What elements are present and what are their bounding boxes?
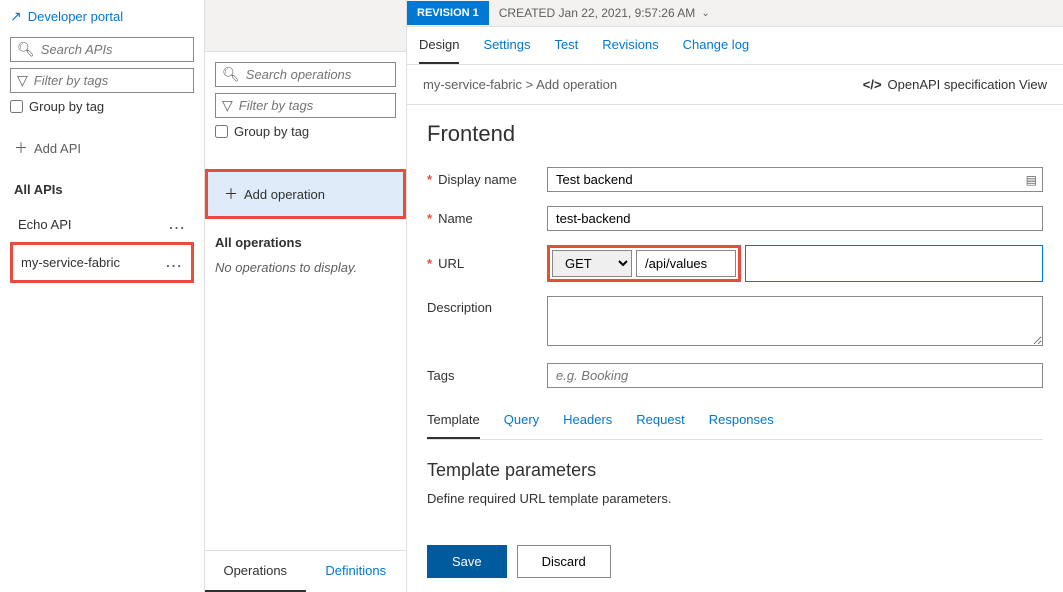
- action-bar: Save Discard: [407, 531, 1063, 592]
- label-tags: Tags: [427, 368, 454, 383]
- search-apis-box[interactable]: 🔍︎: [10, 37, 194, 62]
- group-by-tag-checkbox[interactable]: Group by tag: [10, 99, 194, 114]
- filter-operations-box[interactable]: ▽: [215, 93, 396, 118]
- row-display-name: * Display name ▤: [427, 167, 1043, 192]
- breadcrumb-api: my-service-fabric: [423, 77, 522, 92]
- plus-icon: ＋: [224, 184, 238, 204]
- sub-tabs: Template Query Headers Request Responses: [427, 412, 1043, 440]
- design-tabs: Design Settings Test Revisions Change lo…: [407, 27, 1063, 65]
- revision-badge: REVISION 1: [407, 1, 489, 25]
- filter-icon: ▽: [17, 72, 28, 89]
- subtab-template[interactable]: Template: [427, 412, 480, 439]
- no-operations-message: No operations to display.: [205, 260, 406, 275]
- api-item-my-service-fabric[interactable]: my-service-fabric ...: [10, 242, 194, 283]
- revision-created-label: CREATED Jan 22, 2021, 9:57:26 AM: [499, 6, 696, 20]
- filter-tags-box[interactable]: ▽: [10, 68, 194, 93]
- params-table: NAME DESCRIPTION TYPE VALUES: [427, 522, 1043, 531]
- url-rest-field[interactable]: [745, 245, 1043, 282]
- subtab-responses[interactable]: Responses: [709, 412, 774, 439]
- tab-settings[interactable]: Settings: [483, 37, 530, 64]
- filter-icon: ▽: [222, 97, 233, 114]
- subtab-request[interactable]: Request: [636, 412, 684, 439]
- filter-tags-input[interactable]: [34, 73, 187, 88]
- label-name: Name: [438, 211, 473, 226]
- api-item-menu-icon[interactable]: ...: [166, 255, 183, 270]
- tab-changelog[interactable]: Change log: [683, 37, 750, 64]
- discard-button[interactable]: Discard: [517, 545, 611, 578]
- row-url: * URL GET: [427, 245, 1043, 282]
- all-operations-header: All operations: [205, 219, 406, 260]
- input-url-path[interactable]: [636, 250, 736, 277]
- openapi-label: OpenAPI specification View: [888, 77, 1047, 92]
- revision-meta[interactable]: CREATED Jan 22, 2021, 9:57:26 AM ⌄: [489, 0, 720, 26]
- group-by-tag-input[interactable]: [10, 100, 23, 113]
- add-api-button[interactable]: ＋ Add API: [10, 130, 194, 166]
- search-apis-input[interactable]: [41, 42, 187, 57]
- operations-panel: 🔍︎ ▽ Group by tag ＋ Add operation All op…: [205, 0, 407, 592]
- required-icon: *: [427, 172, 432, 187]
- chevron-down-icon: ⌄: [701, 8, 709, 19]
- search-icon: 🔍︎: [17, 41, 35, 58]
- group-by-tag-label: Group by tag: [29, 99, 104, 114]
- developer-portal-link[interactable]: ↗ Developer portal: [10, 8, 194, 25]
- field-icon: ▤: [1026, 173, 1037, 187]
- add-operation-label: Add operation: [244, 187, 325, 202]
- subtab-query[interactable]: Query: [504, 412, 539, 439]
- form-area: Frontend * Display name ▤ * Name * URL GET: [407, 105, 1063, 531]
- label-display-name: Display name: [438, 172, 517, 187]
- revision-bar: REVISION 1 CREATED Jan 22, 2021, 9:57:26…: [407, 0, 1063, 27]
- required-icon: *: [427, 211, 432, 226]
- select-method[interactable]: GET: [552, 250, 632, 277]
- row-name: * Name: [427, 206, 1043, 231]
- openapi-spec-link[interactable]: </> OpenAPI specification View: [863, 77, 1047, 92]
- textarea-description[interactable]: [547, 296, 1043, 346]
- label-url: URL: [438, 256, 464, 271]
- tab-operations[interactable]: Operations: [205, 551, 306, 592]
- middle-bottom-tabs: Operations Definitions: [205, 550, 406, 592]
- row-tags: Tags: [427, 363, 1043, 388]
- search-icon: 🔍︎: [222, 66, 240, 83]
- group-operations-checkbox[interactable]: Group by tag: [215, 124, 396, 139]
- external-link-icon: ↗: [10, 8, 22, 25]
- tab-design[interactable]: Design: [419, 37, 459, 64]
- plus-icon: ＋: [14, 138, 28, 158]
- api-item-label: my-service-fabric: [21, 255, 120, 270]
- api-item-menu-icon[interactable]: ...: [169, 217, 186, 232]
- api-item-echo[interactable]: Echo API ...: [10, 207, 194, 242]
- input-name[interactable]: [547, 206, 1043, 231]
- template-params-desc: Define required URL template parameters.: [427, 491, 1043, 506]
- main-content: REVISION 1 CREATED Jan 22, 2021, 9:57:26…: [407, 0, 1063, 592]
- developer-portal-label: Developer portal: [28, 9, 123, 24]
- breadcrumb-row: my-service-fabric > Add operation </> Op…: [407, 65, 1063, 105]
- template-params-title: Template parameters: [427, 460, 1043, 481]
- group-operations-input[interactable]: [215, 125, 228, 138]
- search-operations-box[interactable]: 🔍︎: [215, 62, 396, 87]
- filter-operations-input[interactable]: [239, 98, 389, 113]
- subtab-headers[interactable]: Headers: [563, 412, 612, 439]
- code-icon: </>: [863, 77, 882, 92]
- tab-revisions[interactable]: Revisions: [602, 37, 658, 64]
- breadcrumb-page: Add operation: [536, 77, 617, 92]
- row-description: Description: [427, 296, 1043, 349]
- url-method-group: GET: [547, 245, 741, 282]
- label-description: Description: [427, 300, 492, 315]
- input-display-name[interactable]: [547, 167, 1043, 192]
- required-icon: *: [427, 256, 432, 271]
- tab-definitions[interactable]: Definitions: [306, 551, 407, 592]
- search-operations-input[interactable]: [246, 67, 389, 82]
- breadcrumb: my-service-fabric > Add operation: [423, 77, 617, 92]
- breadcrumb-sep: >: [526, 77, 534, 92]
- input-tags[interactable]: [547, 363, 1043, 388]
- tab-test[interactable]: Test: [554, 37, 578, 64]
- frontend-heading: Frontend: [427, 121, 1043, 147]
- add-api-label: Add API: [34, 141, 81, 156]
- api-item-label: Echo API: [18, 217, 71, 232]
- api-sidebar: ↗ Developer portal 🔍︎ ▽ Group by tag ＋ A…: [0, 0, 205, 592]
- all-apis-header: All APIs: [14, 182, 194, 197]
- add-operation-button[interactable]: ＋ Add operation: [205, 169, 406, 219]
- group-operations-label: Group by tag: [234, 124, 309, 139]
- save-button[interactable]: Save: [427, 545, 507, 578]
- params-header-row: NAME DESCRIPTION TYPE VALUES: [427, 522, 1043, 531]
